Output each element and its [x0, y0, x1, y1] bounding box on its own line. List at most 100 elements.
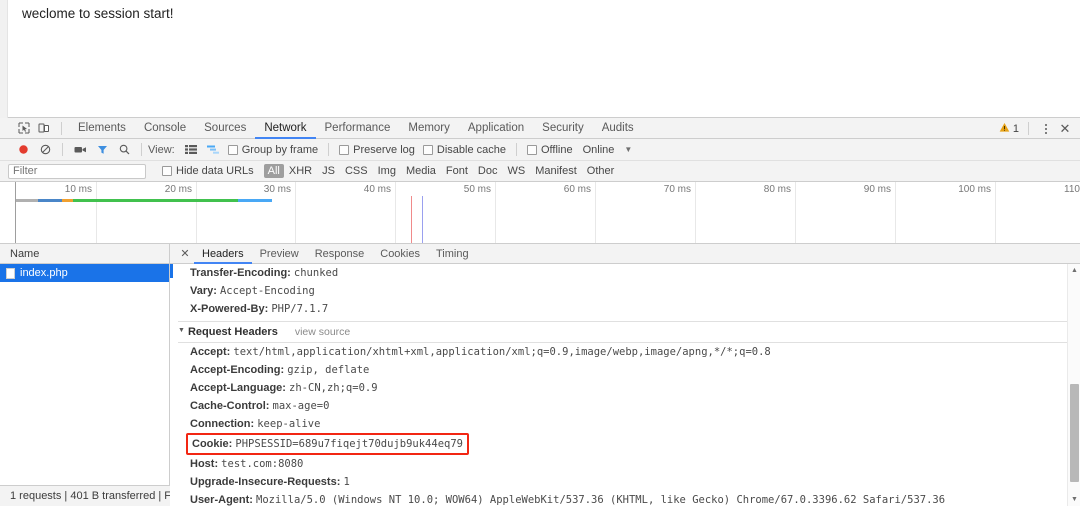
detail-tab-preview[interactable]: Preview	[252, 244, 307, 264]
type-filter-img[interactable]: Img	[373, 164, 401, 178]
preserve-log-checkbox[interactable]: Preserve log	[335, 144, 419, 156]
header-key: Transfer-Encoding:	[190, 267, 291, 279]
header-key: Accept-Language:	[190, 382, 286, 394]
cookie-highlight-box: Cookie: PHPSESSID=689u7fiqejt70dujb9uk44…	[186, 433, 469, 455]
tab-elements[interactable]: Elements	[69, 118, 135, 139]
chevron-down-icon[interactable]: ▼	[624, 145, 632, 154]
type-filter-ws[interactable]: WS	[502, 164, 530, 178]
ruler-label: 20 ms	[164, 184, 192, 195]
header-key: Connection:	[190, 418, 255, 430]
request-name: index.php	[20, 267, 68, 279]
camera-icon[interactable]	[69, 140, 91, 160]
checkbox-box	[227, 144, 238, 155]
header-value: max-age=0	[272, 400, 330, 412]
search-icon[interactable]	[113, 140, 135, 160]
detail-tab-cookies[interactable]: Cookies	[372, 244, 428, 264]
scroll-down-arrow-icon[interactable]: ▼	[1068, 493, 1080, 506]
network-toolbar: View: Group by frame Preserve log Disabl…	[0, 139, 1080, 161]
toolbar-divider	[328, 143, 330, 156]
type-filter-font[interactable]: Font	[441, 164, 473, 178]
header-value: PHPSESSID=689u7fiqejt70dujb9uk44eq79	[235, 438, 463, 450]
waterfall-segment-content	[238, 199, 272, 202]
headers-scroll-area[interactable]: Transfer-Encoding: chunked Vary: Accept-…	[170, 264, 1080, 506]
ruler-label: 10 ms	[64, 184, 92, 195]
tab-performance[interactable]: Performance	[316, 118, 400, 139]
header-row-cache-control: Cache-Control: max-age=0	[178, 397, 1080, 415]
device-toolbar-icon[interactable]	[34, 119, 54, 138]
ruler-tick-cell: 30 ms	[197, 182, 296, 243]
header-key: Accept-Encoding:	[190, 364, 285, 376]
type-filter-xhr[interactable]: XHR	[284, 164, 317, 178]
group-by-frame-checkbox[interactable]: Group by frame	[224, 144, 322, 156]
kebab-menu-icon[interactable]	[1038, 123, 1054, 134]
clear-icon[interactable]	[34, 140, 56, 160]
header-row-accept-encoding: Accept-Encoding: gzip, deflate	[178, 361, 1080, 379]
tabstrip-right-controls: 1 ✕	[999, 118, 1074, 139]
header-value: zh-CN,zh;q=0.9	[289, 382, 378, 394]
close-detail-icon[interactable]: ✕	[176, 247, 194, 260]
record-icon[interactable]	[12, 140, 34, 160]
tab-application[interactable]: Application	[459, 118, 533, 139]
type-filter-js[interactable]: JS	[317, 164, 340, 178]
group-by-frame-label: Group by frame	[241, 143, 319, 156]
inspect-element-icon[interactable]	[14, 119, 34, 138]
header-row: Transfer-Encoding: chunked	[178, 264, 1080, 282]
close-icon[interactable]: ✕	[1056, 122, 1074, 135]
tab-memory[interactable]: Memory	[399, 118, 459, 139]
headers-vertical-scrollbar[interactable]: ▲ ▼	[1067, 264, 1080, 506]
checkbox-box	[526, 144, 537, 155]
disable-cache-checkbox[interactable]: Disable cache	[419, 144, 510, 156]
scrollbar-thumb[interactable]	[1070, 384, 1079, 482]
header-key: Cache-Control:	[190, 400, 270, 412]
waterfall-view-icon[interactable]	[202, 140, 224, 160]
resource-type-filters: All XHR JS CSS Img Media Font Doc WS Man…	[263, 164, 620, 178]
hide-data-urls-checkbox[interactable]: Hide data URLs	[158, 165, 258, 177]
header-row-upgrade-insecure-requests: Upgrade-Insecure-Requests: 1	[178, 473, 1080, 491]
throttling-select[interactable]: Online	[583, 144, 615, 156]
header-row-host: Host: test.com:8080	[178, 455, 1080, 473]
type-filter-manifest[interactable]: Manifest	[530, 164, 582, 178]
request-detail-panel: ✕ Headers Preview Response Cookies Timin…	[170, 244, 1080, 506]
header-key: Host:	[190, 458, 219, 470]
collapse-triangle-icon[interactable]: ▼	[178, 321, 185, 341]
tab-sources[interactable]: Sources	[195, 118, 255, 139]
network-lower-split: Name index.php 1 requests | 401 B transf…	[0, 244, 1080, 506]
page-left-gutter	[0, 0, 8, 118]
view-source-link[interactable]: view source	[295, 322, 350, 342]
type-filter-doc[interactable]: Doc	[473, 164, 503, 178]
detail-tab-headers[interactable]: Headers	[194, 244, 252, 264]
type-filter-media[interactable]: Media	[401, 164, 441, 178]
header-value: keep-alive	[257, 418, 321, 430]
ruler-label: 70 ms	[663, 184, 691, 195]
network-overview[interactable]: 10 ms 20 ms 30 ms 40 ms 50 ms 60 ms 70 m…	[0, 182, 1080, 244]
type-filter-other[interactable]: Other	[582, 164, 620, 178]
request-row-index-php[interactable]: index.php	[0, 264, 169, 282]
detail-tab-timing[interactable]: Timing	[428, 244, 477, 264]
detail-tab-response[interactable]: Response	[307, 244, 373, 264]
dom-content-loaded-line	[411, 196, 412, 243]
type-filter-all[interactable]: All	[263, 164, 284, 178]
header-row-connection: Connection: keep-alive	[178, 415, 1080, 433]
requests-column-header[interactable]: Name	[0, 244, 169, 264]
list-view-icon[interactable]	[180, 140, 202, 160]
tab-security[interactable]: Security	[533, 118, 593, 139]
warning-count-chip[interactable]: 1	[999, 122, 1019, 136]
header-value: 1	[343, 476, 350, 488]
funnel-filter-icon[interactable]	[91, 140, 113, 160]
header-value: test.com:8080	[221, 458, 304, 470]
tab-network[interactable]: Network	[255, 118, 315, 139]
offline-label: Offline	[540, 143, 573, 156]
header-key: X-Powered-By:	[190, 303, 269, 315]
toolbar-divider	[61, 121, 62, 135]
waterfall-segment-stalled	[38, 199, 62, 202]
type-filter-css[interactable]: CSS	[340, 164, 373, 178]
request-headers-section[interactable]: ▼ Request Headers view source	[178, 321, 1080, 343]
tab-audits[interactable]: Audits	[593, 118, 643, 139]
header-row-user-agent: User-Agent: Mozilla/5.0 (Windows NT 10.0…	[178, 491, 1080, 506]
right-divider	[1028, 122, 1029, 135]
filter-input[interactable]	[8, 163, 146, 179]
tab-console[interactable]: Console	[135, 118, 195, 139]
scroll-up-arrow-icon[interactable]: ▲	[1068, 264, 1080, 277]
offline-checkbox[interactable]: Offline	[523, 144, 577, 156]
ruler-tick-cell: 60 ms	[496, 182, 596, 243]
